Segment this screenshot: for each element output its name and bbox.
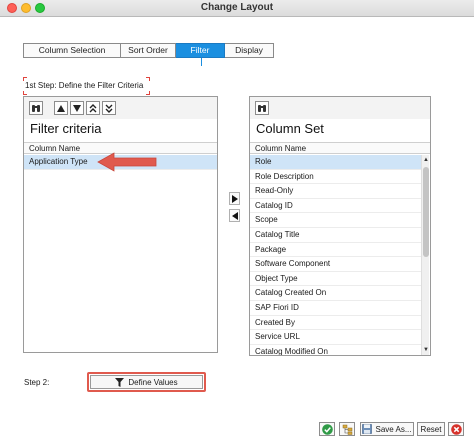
scroll-down-icon[interactable]: ▼ — [422, 346, 430, 354]
funnel-icon — [115, 377, 125, 387]
checkmark-icon — [321, 423, 333, 435]
filter-criteria-title: Filter criteria — [30, 121, 102, 136]
double-chevron-down-icon — [105, 104, 113, 113]
layout-button[interactable] — [339, 422, 355, 436]
binoculars-icon — [258, 104, 266, 112]
layout-tree-icon — [342, 424, 352, 435]
filter-criteria-panel: Filter criteria Column Name Application … — [23, 96, 218, 353]
save-as-button[interactable]: Save As... — [360, 422, 414, 436]
column-set-row[interactable]: Created By — [250, 316, 421, 331]
column-set-row[interactable]: Catalog Title — [250, 228, 421, 243]
filter-toolbar — [24, 97, 217, 119]
cancel-button[interactable] — [448, 422, 464, 436]
step1-label: 1st Step: Define the Filter Criteria — [25, 81, 144, 90]
tab-strip: Column Selection Sort Order Filter Displ… — [23, 43, 274, 58]
add-to-filter-button[interactable] — [229, 192, 240, 205]
column-set-row[interactable]: SAP Fiori ID — [250, 301, 421, 316]
column-set-row[interactable]: Object Type — [250, 272, 421, 287]
binoculars-icon — [32, 104, 40, 112]
title-bar: Change Layout — [0, 0, 474, 17]
remove-from-filter-button[interactable] — [229, 209, 240, 222]
column-set-row[interactable]: Software Component — [250, 257, 421, 272]
scroll-up-icon[interactable]: ▲ — [422, 156, 430, 164]
confirm-button[interactable] — [319, 422, 335, 436]
column-set-column-header: Column Name — [250, 142, 430, 154]
step2-label: Step 2: — [24, 378, 50, 387]
column-set-row[interactable]: Role Description — [250, 170, 421, 185]
double-chevron-up-icon — [89, 103, 97, 112]
window-title: Change Layout — [200, 2, 274, 13]
filter-find-button[interactable] — [29, 101, 43, 115]
tab-sort-order[interactable]: Sort Order — [121, 43, 176, 58]
define-values-label: Define Values — [128, 377, 178, 387]
triangle-right-icon — [231, 194, 238, 203]
active-tab-indicator — [201, 58, 202, 66]
column-set-row[interactable]: Read-Only — [250, 184, 421, 199]
cancel-icon — [450, 423, 462, 435]
step1-label-box: 1st Step: Define the Filter Criteria — [23, 77, 150, 95]
column-set-row[interactable]: Role — [250, 155, 421, 170]
move-top-button[interactable] — [86, 101, 100, 115]
move-down-button[interactable] — [70, 101, 84, 115]
reset-button[interactable]: Reset — [417, 422, 445, 436]
reset-label: Reset — [420, 424, 442, 434]
define-values-button[interactable]: Define Values — [90, 375, 203, 389]
scroll-thumb[interactable] — [423, 167, 429, 257]
column-set-row[interactable]: Catalog Modified On — [250, 345, 421, 355]
column-set-row[interactable]: Service URL — [250, 330, 421, 345]
column-set-row[interactable]: Catalog ID — [250, 199, 421, 214]
triangle-left-icon — [231, 211, 238, 220]
move-up-button[interactable] — [54, 101, 68, 115]
column-set-row[interactable]: Catalog Created On — [250, 286, 421, 301]
column-set-panel: Column Set Column Name Role Role Descript… — [249, 96, 431, 356]
column-set-toolbar — [250, 97, 430, 119]
tab-filter[interactable]: Filter — [176, 43, 225, 58]
column-set-row[interactable]: Package — [250, 243, 421, 258]
save-as-label: Save As... — [375, 424, 412, 434]
column-set-title: Column Set — [256, 121, 324, 136]
column-set-scrollbar[interactable]: ▲ ▼ — [421, 155, 429, 355]
annotation-arrow-icon — [97, 152, 157, 172]
column-set-find-button[interactable] — [255, 101, 269, 115]
move-bottom-button[interactable] — [102, 101, 116, 115]
tab-column-selection[interactable]: Column Selection — [23, 43, 121, 58]
define-values-highlight: Define Values — [87, 372, 206, 392]
column-set-row[interactable]: Scope — [250, 213, 421, 228]
triangle-up-icon — [57, 104, 65, 112]
triangle-down-icon — [73, 104, 81, 112]
tab-display[interactable]: Display — [225, 43, 274, 58]
save-icon — [362, 424, 373, 434]
